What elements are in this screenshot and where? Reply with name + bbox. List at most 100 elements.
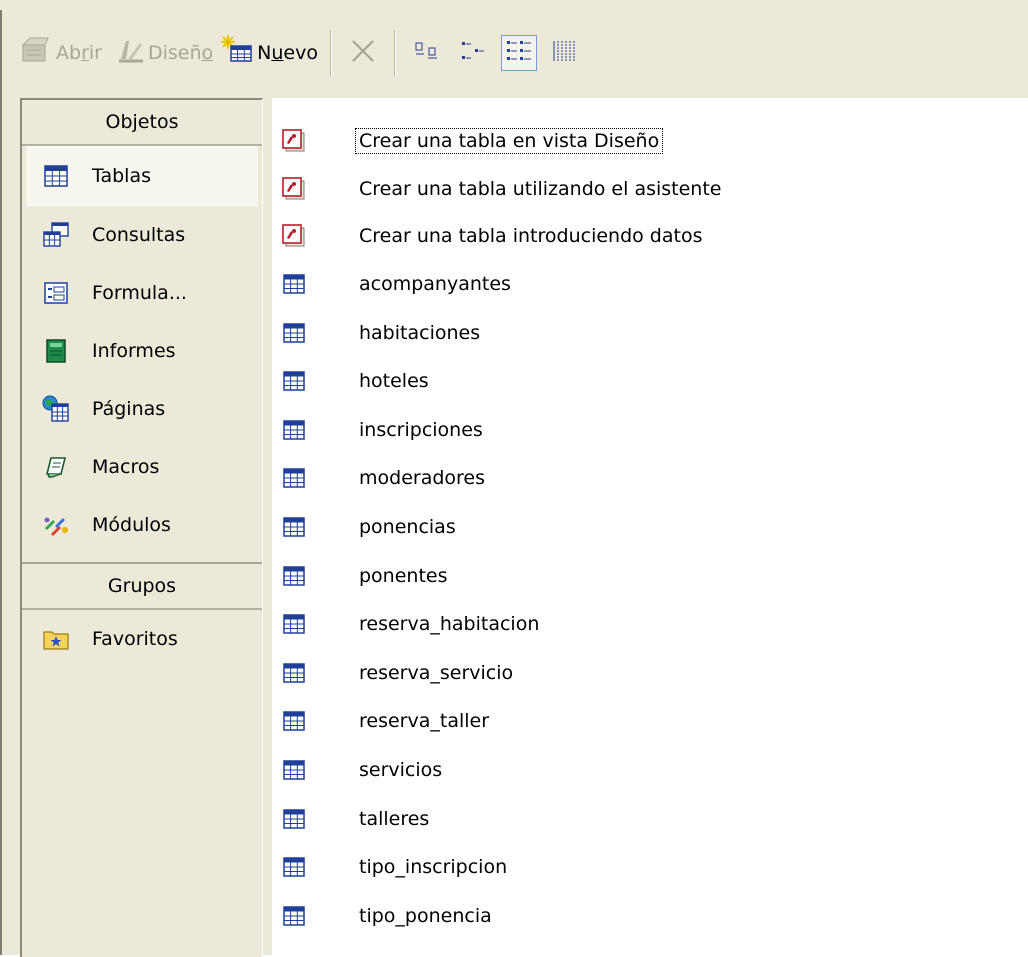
- page-icon: [40, 393, 72, 425]
- shortcut-wizard-icon: [280, 127, 308, 155]
- table-icon: [280, 416, 308, 444]
- table-row[interactable]: reserva_servicio: [280, 657, 516, 689]
- table-row[interactable]: talleres: [280, 803, 432, 835]
- table-row-label: servicios: [359, 759, 443, 781]
- sidebar-item-label: Páginas: [92, 398, 166, 420]
- groups-header-label: Grupos: [107, 575, 177, 597]
- table-row[interactable]: moderadores: [280, 462, 488, 494]
- table-icon: [280, 562, 308, 590]
- table-icon: [280, 902, 308, 930]
- table-row[interactable]: tipo_ponencia: [280, 900, 495, 932]
- table-icon: [280, 464, 308, 492]
- table-row[interactable]: tipo_inscripcion: [280, 851, 510, 883]
- design-icon: [116, 35, 146, 70]
- design-button[interactable]: Diseño: [112, 33, 217, 73]
- sidebar-item-label: Favoritos: [92, 628, 178, 650]
- table-icon: [40, 160, 72, 192]
- table-row[interactable]: reserva_habitacion: [280, 608, 542, 640]
- table-row[interactable]: ponentes: [280, 560, 451, 592]
- table-row-label: moderadores: [359, 467, 486, 490]
- list-item-label: Crear una tabla utilizando el asistente: [359, 178, 722, 200]
- groups-header[interactable]: Grupos: [22, 564, 262, 610]
- sidebar-item-consultas[interactable]: Consultas: [22, 206, 262, 264]
- table-row-label: talleres: [359, 807, 430, 830]
- form-icon: [40, 277, 72, 309]
- details-view-icon: [550, 39, 580, 67]
- sidebar-item-informes[interactable]: Informes: [22, 322, 262, 380]
- list-item-label: Crear una tabla en vista Diseño: [354, 128, 664, 154]
- table-row-label: ponencias: [359, 516, 456, 538]
- list-item-label: Crear una tabla introduciendo datos: [359, 225, 703, 247]
- toolbar-separator: [393, 29, 396, 76]
- table-row[interactable]: hoteles: [280, 365, 432, 397]
- new-button[interactable]: Nuevo: [217, 33, 322, 73]
- sidebar-item-tablas[interactable]: Tablas: [26, 146, 258, 206]
- toolbar: Abrir Diseño Nuevo: [2, 10, 1028, 95]
- open-button[interactable]: Abrir: [16, 33, 106, 73]
- table-icon: [280, 756, 308, 784]
- table-row[interactable]: acompanyantes: [280, 268, 514, 300]
- table-row-label: inscripciones: [359, 418, 483, 441]
- table-row[interactable]: reserva_taller: [280, 705, 492, 737]
- sidebar-item-modulos[interactable]: Módulos: [22, 496, 262, 554]
- table-icon: [280, 270, 308, 298]
- list-item-shortcut[interactable]: Crear una tabla introduciendo datos: [280, 220, 705, 252]
- table-row[interactable]: habitaciones: [280, 317, 483, 349]
- objects-header-label: Objetos: [105, 111, 179, 133]
- table-icon: [280, 853, 308, 881]
- open-icon: [20, 35, 54, 70]
- macro-icon: [40, 451, 72, 483]
- table-row-label: acompanyantes: [359, 273, 511, 295]
- objects-sidebar: Objetos Tablas Consultas Formula... Info…: [20, 98, 263, 957]
- sidebar-item-label: Formula...: [92, 282, 187, 304]
- details-view-button[interactable]: [547, 35, 583, 71]
- shortcut-wizard-icon: [280, 175, 308, 203]
- object-list: Crear una tabla en vista Diseño Crear un…: [272, 98, 1028, 955]
- sidebar-item-formularios[interactable]: Formula...: [22, 264, 262, 322]
- list-item-shortcut[interactable]: Crear una tabla utilizando el asistente: [280, 173, 724, 205]
- sidebar-item-label: Informes: [92, 340, 176, 362]
- table-row-label: ponentes: [359, 564, 448, 587]
- sidebar-item-macros[interactable]: Macros: [22, 438, 262, 496]
- database-window: Abrir Diseño Nuevo Objetos Tablas Consul…: [0, 10, 1028, 957]
- table-icon: [280, 319, 308, 347]
- small-icons-button[interactable]: [455, 35, 491, 71]
- sidebar-item-label: Macros: [92, 456, 160, 478]
- table-row-label: habitaciones: [359, 321, 481, 344]
- table-icon: [280, 513, 308, 541]
- delete-icon: [348, 36, 378, 70]
- sidebar-item-favoritos[interactable]: Favoritos: [22, 610, 262, 668]
- sidebar-item-label: Consultas: [92, 224, 186, 246]
- large-icons-icon: [412, 40, 442, 66]
- table-icon: [280, 659, 308, 687]
- delete-button[interactable]: [345, 35, 381, 71]
- open-label: Abrir: [56, 41, 102, 64]
- new-label: Nuevo: [257, 41, 318, 64]
- table-row-label: tipo_inscripcion: [359, 856, 508, 879]
- small-icons-icon: [458, 40, 488, 66]
- list-view-button[interactable]: [500, 34, 537, 71]
- objects-header[interactable]: Objetos: [22, 100, 262, 146]
- new-table-icon: [221, 35, 255, 70]
- table-row[interactable]: ponencias: [280, 511, 459, 543]
- table-row[interactable]: servicios: [280, 754, 445, 786]
- table-row[interactable]: inscripciones: [280, 414, 486, 446]
- table-row-label: hoteles: [359, 370, 429, 393]
- report-icon: [40, 335, 72, 367]
- large-icons-button[interactable]: [409, 35, 445, 71]
- table-row-label: reserva_servicio: [359, 661, 514, 684]
- table-row-label: tipo_ponencia: [359, 904, 492, 927]
- table-row-label: reserva_taller: [359, 710, 490, 733]
- shortcut-wizard-icon: [280, 222, 308, 250]
- sidebar-item-paginas[interactable]: Páginas: [22, 380, 262, 438]
- design-label: Diseño: [147, 41, 214, 64]
- query-icon: [40, 219, 72, 251]
- toolbar-separator: [329, 29, 332, 76]
- list-item-shortcut[interactable]: Crear una tabla en vista Diseño: [280, 125, 664, 157]
- table-icon: [280, 367, 308, 395]
- favorites-icon: [40, 623, 72, 655]
- sidebar-item-label: Módulos: [92, 514, 171, 536]
- list-view-icon: [504, 39, 534, 67]
- table-icon: [280, 805, 308, 833]
- table-row-label: reserva_habitacion: [359, 613, 540, 636]
